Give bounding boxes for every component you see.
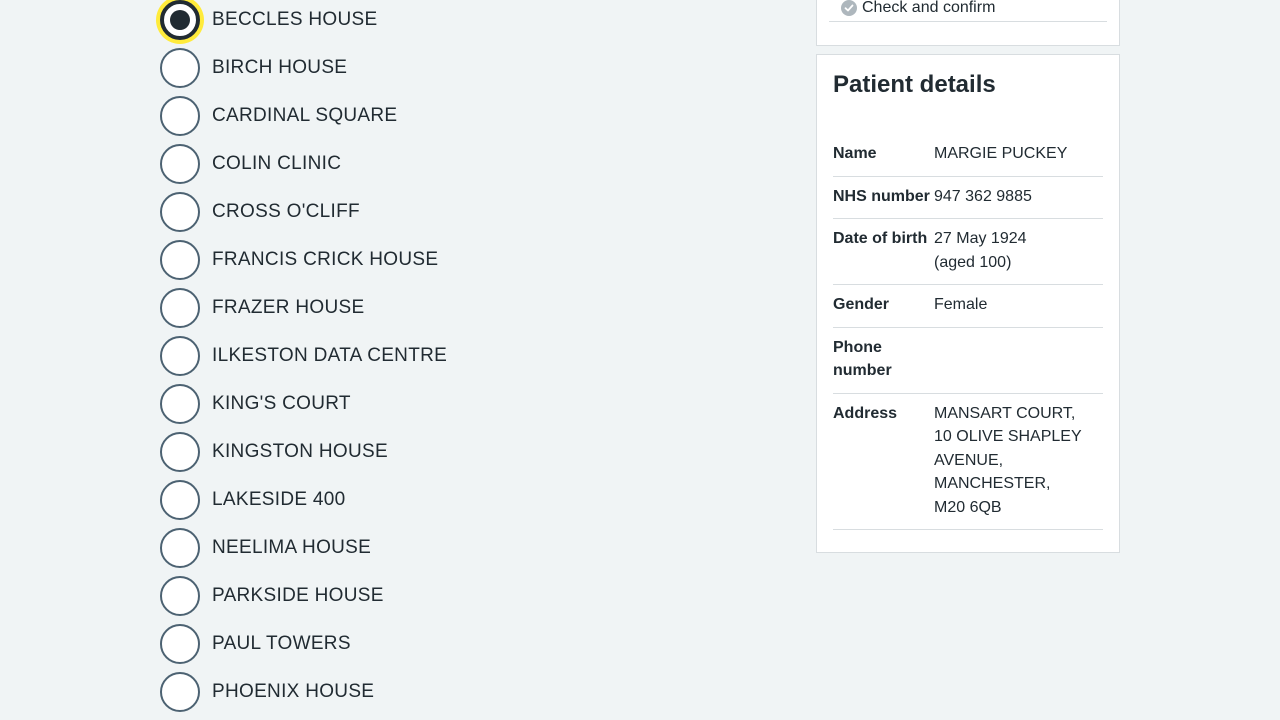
patient-details-title: Patient details xyxy=(833,71,996,98)
summary-row: Address MANSART COURT, 10 OLIVE SHAPLEY A… xyxy=(833,394,1103,530)
radio-label[interactable]: KINGSTON HOUSE xyxy=(212,432,388,472)
location-radio-option[interactable]: NEELIMA HOUSE xyxy=(160,528,720,576)
location-radio-option[interactable]: PHOENIX HOUSE xyxy=(160,672,720,720)
location-radio-option[interactable]: CROSS O'CLIFF xyxy=(160,192,720,240)
radio-label[interactable]: PAUL TOWERS xyxy=(212,624,351,664)
radio-button[interactable] xyxy=(160,48,200,88)
location-radio-option[interactable]: PAUL TOWERS xyxy=(160,624,720,672)
radio-button[interactable] xyxy=(160,480,200,520)
radio-label[interactable]: FRAZER HOUSE xyxy=(212,288,364,328)
location-radio-option[interactable]: FRAZER HOUSE xyxy=(160,288,720,336)
location-radio-option[interactable]: PARKSIDE HOUSE xyxy=(160,576,720,624)
page: BECCLES HOUSE BIRCH HOUSE CARDINAL SQUARE C… xyxy=(0,0,1280,720)
location-radio-list: BECCLES HOUSE BIRCH HOUSE CARDINAL SQUARE C… xyxy=(160,0,720,720)
summary-value: 27 May 1924 (aged 100) xyxy=(934,230,1027,271)
patient-details-card: Patient details Name MARGIE PUCKEY NHS num… xyxy=(816,54,1120,553)
summary-key: Address xyxy=(833,404,898,422)
radio-label[interactable]: BECCLES HOUSE xyxy=(212,0,377,40)
summary-value: MANSART COURT, 10 OLIVE SHAPLEY AVENUE, … xyxy=(934,404,1082,516)
summary-row: Gender Female xyxy=(833,285,1103,328)
summary-row: NHS number 947 362 9885 xyxy=(833,177,1103,219)
radio-button[interactable] xyxy=(160,624,200,664)
summary-row: Phone number xyxy=(833,328,1103,394)
summary-key: Gender xyxy=(833,296,890,313)
radio-button[interactable] xyxy=(160,336,200,376)
summary-row: Date of birth 27 May 1924 (aged 100) xyxy=(833,219,1103,285)
radio-label[interactable]: NEELIMA HOUSE xyxy=(212,528,371,568)
radio-button[interactable] xyxy=(160,672,200,712)
steps-card: Check and confirm xyxy=(816,0,1120,46)
location-radio-option[interactable]: LAKESIDE 400 xyxy=(160,480,720,528)
radio-button[interactable] xyxy=(160,144,200,184)
summary-value: Female xyxy=(934,296,988,313)
summary-value: MARGIE PUCKEY xyxy=(934,145,1068,162)
summary-key: NHS number xyxy=(833,187,930,205)
summary-key: Date of birth xyxy=(833,230,928,247)
radio-label[interactable]: ILKESTON DATA CENTRE xyxy=(212,336,447,376)
location-radio-option[interactable]: CARDINAL SQUARE xyxy=(160,96,720,144)
summary-row: Name MARGIE PUCKEY xyxy=(833,134,1103,177)
radio-button[interactable] xyxy=(160,192,200,232)
radio-label[interactable]: CROSS O'CLIFF xyxy=(212,192,360,232)
check-mark-icon xyxy=(844,4,854,12)
radio-label[interactable]: PARKSIDE HOUSE xyxy=(212,576,384,616)
radio-label[interactable]: CARDINAL SQUARE xyxy=(212,96,397,136)
radio-button[interactable] xyxy=(160,288,200,328)
radio-label[interactable]: FRANCIS CRICK HOUSE xyxy=(212,240,438,280)
patient-summary-list: Name MARGIE PUCKEY NHS number 947 362 9885 D… xyxy=(833,134,1103,530)
summary-key: Phone number xyxy=(833,338,892,380)
radio-selected-dot xyxy=(170,10,190,30)
radio-button[interactable] xyxy=(160,240,200,280)
location-radio-option[interactable]: ILKESTON DATA CENTRE xyxy=(160,336,720,384)
radio-label[interactable]: KING'S COURT xyxy=(212,384,351,424)
summary-value: 947 362 9885 xyxy=(934,187,1032,205)
radio-label[interactable]: PHOENIX HOUSE xyxy=(212,672,374,712)
radio-button[interactable] xyxy=(160,576,200,616)
radio-label[interactable]: LAKESIDE 400 xyxy=(212,480,346,520)
location-radio-option[interactable]: COLIN CLINIC xyxy=(160,144,720,192)
radio-label[interactable]: BIRCH HOUSE xyxy=(212,48,347,88)
radio-label[interactable]: COLIN CLINIC xyxy=(212,144,341,184)
radio-button[interactable] xyxy=(160,0,200,40)
summary-value xyxy=(934,336,1103,383)
location-radio-option[interactable]: BIRCH HOUSE xyxy=(160,48,720,96)
location-radio-option[interactable]: KING'S COURT xyxy=(160,384,720,432)
radio-button[interactable] xyxy=(160,432,200,472)
location-radio-option[interactable]: KINGSTON HOUSE xyxy=(160,432,720,480)
radio-button[interactable] xyxy=(160,528,200,568)
location-radio-option[interactable]: BECCLES HOUSE xyxy=(160,0,720,48)
radio-button[interactable] xyxy=(160,96,200,136)
radio-button[interactable] xyxy=(160,384,200,424)
summary-key: Name xyxy=(833,145,877,162)
step-check-and-confirm[interactable]: Check and confirm xyxy=(829,0,1107,22)
check-circle-icon xyxy=(841,0,857,16)
location-radio-option[interactable]: FRANCIS CRICK HOUSE xyxy=(160,240,720,288)
step-label: Check and confirm xyxy=(862,0,996,16)
